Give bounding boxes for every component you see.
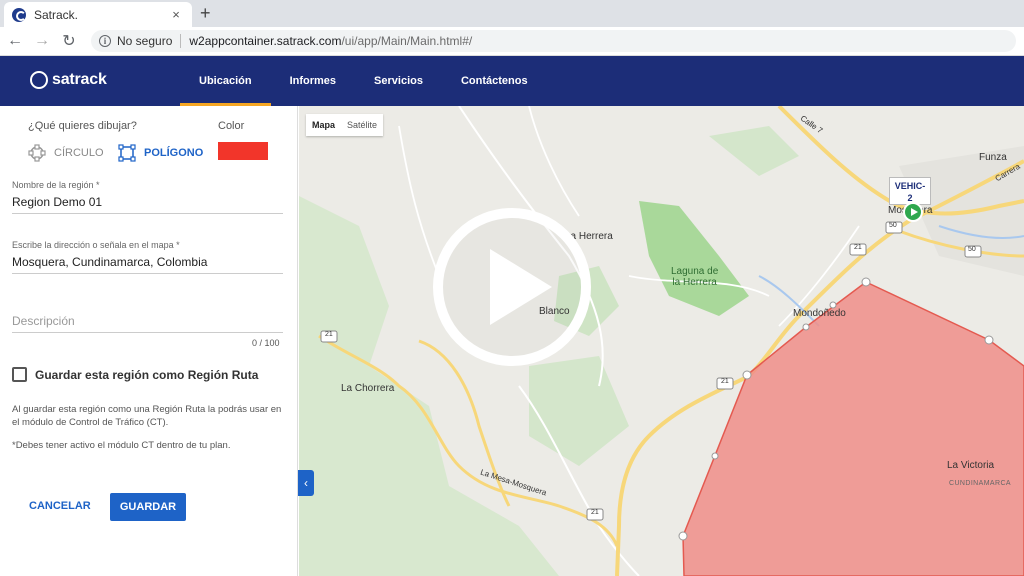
description-field[interactable]: Descripción xyxy=(12,314,283,333)
polygon-vertex-handle[interactable] xyxy=(984,335,994,345)
route-label-21: 21 xyxy=(854,244,862,251)
map-label-la-victoria: La Victoria xyxy=(947,460,995,471)
polygon-vertex-handle[interactable] xyxy=(861,277,871,287)
circle-option-label: CÍRCULO xyxy=(54,147,104,159)
map-label-laguna-line1: Laguna de xyxy=(671,266,719,277)
vehicle-label-line1: VEHIC- xyxy=(894,181,926,191)
terrain-area xyxy=(529,356,629,466)
region-name-label: Nombre de la región * xyxy=(12,180,100,190)
menu-item-informes[interactable]: Informes xyxy=(271,56,355,106)
url-path: /ui/app/Main/Main.html#/ xyxy=(341,34,473,48)
menu-item-servicios[interactable]: Servicios xyxy=(355,56,442,106)
reload-icon[interactable]: ↻ xyxy=(57,29,81,53)
logo-text: satrack xyxy=(52,71,107,88)
map-label-funza: Funza xyxy=(979,152,1007,163)
save-button[interactable]: GUARDAR xyxy=(110,493,186,521)
play-icon xyxy=(490,249,552,325)
drawn-region-polygon[interactable] xyxy=(682,281,1024,576)
video-play-button[interactable] xyxy=(433,208,591,366)
address-field[interactable]: Escribe la dirección o señala en el mapa… xyxy=(12,240,283,274)
route-label-21: 21 xyxy=(721,378,729,385)
menu-item-contactenos[interactable]: Contáctenos xyxy=(442,56,547,106)
map-type-satellite-button[interactable]: Satélite xyxy=(341,114,383,136)
color-picker-swatch[interactable] xyxy=(218,142,268,160)
satrack-logo-icon xyxy=(30,71,48,89)
laguna-park-area xyxy=(639,201,749,316)
close-tab-icon[interactable]: × xyxy=(168,7,184,22)
polygon-shape-icon xyxy=(118,144,136,162)
forward-arrow-icon[interactable]: → xyxy=(30,29,54,53)
url-input[interactable]: i No seguro w2appcontainer.satrack.com/u… xyxy=(91,30,1016,52)
info-icon[interactable]: i xyxy=(99,35,111,47)
color-label: Color xyxy=(218,120,245,132)
route-help-text: Al guardar esta región como una Región R… xyxy=(12,404,282,428)
vehicle-label[interactable]: VEHIC- 2 xyxy=(889,177,931,205)
draw-question-label: ¿Qué quieres dibujar? xyxy=(28,120,137,132)
satrack-logo[interactable]: satrack xyxy=(30,71,107,89)
browser-tab[interactable]: Satrack. × xyxy=(4,2,192,27)
menu-item-ubicacion[interactable]: Ubicación xyxy=(180,56,271,106)
route-label-21: 21 xyxy=(325,331,333,338)
route-region-checkbox-label[interactable]: Guardar esta región como Región Ruta xyxy=(35,368,258,382)
road xyxy=(398,125,440,277)
route-label-50: 50 xyxy=(968,246,976,253)
route-label-21: 21 xyxy=(591,509,599,516)
polygon-vertex-handle[interactable] xyxy=(802,323,810,331)
polygon-option[interactable]: POLÍGONO xyxy=(118,144,203,162)
description-input[interactable]: Descripción xyxy=(12,314,283,332)
map-label-mondonedo: Mondoñedo xyxy=(793,308,846,319)
vehicle-marker-icon[interactable] xyxy=(903,202,923,222)
route-region-checkbox[interactable] xyxy=(12,367,27,382)
polygon-vertex-handle[interactable] xyxy=(742,370,752,380)
map-label-laguna-line2: la Herrera xyxy=(672,277,717,288)
collapse-panel-chevron-icon[interactable]: ‹ xyxy=(298,470,314,496)
cancel-button[interactable]: CANCELAR xyxy=(29,500,91,512)
map-view[interactable]: Mapa Satélite VEHIC- 2 Funza Mosquera La… xyxy=(299,106,1024,576)
address-label: Escribe la dirección o señala en el mapa… xyxy=(12,240,180,250)
back-arrow-icon[interactable]: ← xyxy=(3,29,27,53)
route-label-50: 50 xyxy=(889,222,897,229)
polygon-vertex-handle[interactable] xyxy=(711,452,719,460)
region-name-input[interactable]: Region Demo 01 xyxy=(12,195,283,213)
map-label-laguna: Laguna de la Herrera xyxy=(671,266,718,288)
url-host: w2appcontainer.satrack.com xyxy=(189,34,342,48)
main-menu: Ubicación Informes Servicios Contáctenos xyxy=(180,56,547,106)
route-region-checkbox-row[interactable]: Guardar esta región como Región Ruta xyxy=(12,367,258,382)
address-bar: ← → ↻ i No seguro w2appcontainer.satrack… xyxy=(0,27,1024,56)
app-header: satrack Ubicación Informes Servicios Con… xyxy=(0,56,1024,106)
polygon-option-label: POLÍGONO xyxy=(144,147,204,159)
circle-shape-icon xyxy=(28,144,46,162)
road xyxy=(528,106,580,217)
circle-option[interactable]: CÍRCULO xyxy=(28,144,104,162)
map-type-map-button[interactable]: Mapa xyxy=(306,114,341,136)
map-type-toggle: Mapa Satélite xyxy=(306,114,384,136)
region-form-panel: ¿Qué quieres dibujar? Color CÍRCULO POLÍ… xyxy=(0,106,298,576)
description-counter: 0 / 100 xyxy=(252,338,280,348)
new-tab-icon[interactable]: + xyxy=(200,3,211,23)
browser-tab-bar: Satrack. × + xyxy=(0,0,1024,27)
map-label-cundinamarca: CUNDINAMARCA xyxy=(949,480,1011,487)
region-name-field[interactable]: Nombre de la región * Region Demo 01 xyxy=(12,180,283,214)
terrain-area xyxy=(709,126,799,176)
security-status: No seguro xyxy=(117,34,173,48)
map-label-la-chorrera: La Chorrera xyxy=(341,383,395,394)
satrack-favicon-icon xyxy=(12,7,26,22)
polygon-vertex-handle[interactable] xyxy=(678,531,688,541)
address-input[interactable]: Mosquera, Cundinamarca, Colombia xyxy=(12,255,283,273)
omnibox-divider xyxy=(180,34,182,48)
ct-module-note: *Debes tener activo el módulo CT dentro … xyxy=(12,440,231,451)
tab-title: Satrack. xyxy=(34,7,79,22)
